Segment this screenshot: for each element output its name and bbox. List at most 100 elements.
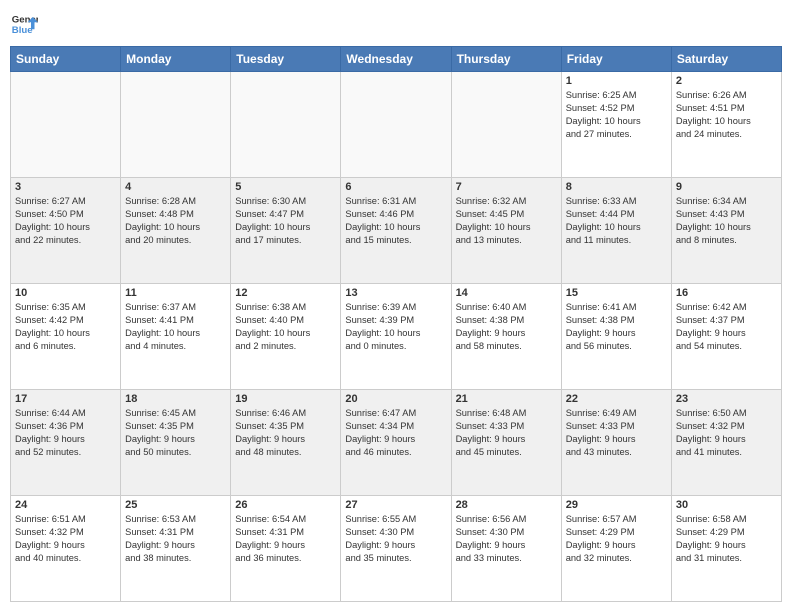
day-info: Sunrise: 6:57 AMSunset: 4:29 PMDaylight:… [566,513,667,565]
day-number: 9 [676,181,777,193]
calendar-cell: 12 Sunrise: 6:38 AMSunset: 4:40 PMDayligh… [231,284,341,390]
day-info: Sunrise: 6:38 AMSunset: 4:40 PMDaylight:… [235,301,336,353]
day-info: Sunrise: 6:56 AMSunset: 4:30 PMDaylight:… [456,513,557,565]
day-number: 22 [566,393,667,405]
day-info: Sunrise: 6:34 AMSunset: 4:43 PMDaylight:… [676,195,777,247]
calendar-cell: 17 Sunrise: 6:44 AMSunset: 4:36 PMDayligh… [11,390,121,496]
day-info: Sunrise: 6:53 AMSunset: 4:31 PMDaylight:… [125,513,226,565]
calendar-table: SundayMondayTuesdayWednesdayThursdayFrid… [10,46,782,602]
day-info: Sunrise: 6:47 AMSunset: 4:34 PMDaylight:… [345,407,446,459]
calendar-cell: 22 Sunrise: 6:49 AMSunset: 4:33 PMDayligh… [561,390,671,496]
calendar-cell: 21 Sunrise: 6:48 AMSunset: 4:33 PMDayligh… [451,390,561,496]
calendar-cell: 5 Sunrise: 6:30 AMSunset: 4:47 PMDaylight… [231,178,341,284]
day-info: Sunrise: 6:28 AMSunset: 4:48 PMDaylight:… [125,195,226,247]
weekday-header-friday: Friday [561,47,671,72]
calendar-cell [341,72,451,178]
day-info: Sunrise: 6:40 AMSunset: 4:38 PMDaylight:… [456,301,557,353]
weekday-header-row: SundayMondayTuesdayWednesdayThursdayFrid… [11,47,782,72]
day-number: 4 [125,181,226,193]
day-number: 17 [15,393,116,405]
weekday-header-thursday: Thursday [451,47,561,72]
day-number: 7 [456,181,557,193]
day-number: 20 [345,393,446,405]
day-info: Sunrise: 6:35 AMSunset: 4:42 PMDaylight:… [15,301,116,353]
calendar-cell: 28 Sunrise: 6:56 AMSunset: 4:30 PMDayligh… [451,496,561,602]
day-info: Sunrise: 6:54 AMSunset: 4:31 PMDaylight:… [235,513,336,565]
calendar-cell: 9 Sunrise: 6:34 AMSunset: 4:43 PMDaylight… [671,178,781,284]
day-number: 15 [566,287,667,299]
day-info: Sunrise: 6:32 AMSunset: 4:45 PMDaylight:… [456,195,557,247]
day-number: 27 [345,499,446,511]
day-number: 13 [345,287,446,299]
day-number: 10 [15,287,116,299]
day-info: Sunrise: 6:49 AMSunset: 4:33 PMDaylight:… [566,407,667,459]
day-number: 12 [235,287,336,299]
day-info: Sunrise: 6:51 AMSunset: 4:32 PMDaylight:… [15,513,116,565]
day-number: 28 [456,499,557,511]
day-number: 18 [125,393,226,405]
day-info: Sunrise: 6:44 AMSunset: 4:36 PMDaylight:… [15,407,116,459]
calendar-cell: 15 Sunrise: 6:41 AMSunset: 4:38 PMDayligh… [561,284,671,390]
day-info: Sunrise: 6:41 AMSunset: 4:38 PMDaylight:… [566,301,667,353]
day-number: 14 [456,287,557,299]
calendar-cell: 29 Sunrise: 6:57 AMSunset: 4:29 PMDayligh… [561,496,671,602]
day-info: Sunrise: 6:45 AMSunset: 4:35 PMDaylight:… [125,407,226,459]
calendar-cell [11,72,121,178]
day-info: Sunrise: 6:58 AMSunset: 4:29 PMDaylight:… [676,513,777,565]
day-info: Sunrise: 6:50 AMSunset: 4:32 PMDaylight:… [676,407,777,459]
day-info: Sunrise: 6:26 AMSunset: 4:51 PMDaylight:… [676,89,777,141]
day-number: 1 [566,75,667,87]
day-number: 3 [15,181,116,193]
day-info: Sunrise: 6:31 AMSunset: 4:46 PMDaylight:… [345,195,446,247]
calendar-week-5: 24 Sunrise: 6:51 AMSunset: 4:32 PMDayligh… [11,496,782,602]
day-info: Sunrise: 6:42 AMSunset: 4:37 PMDaylight:… [676,301,777,353]
calendar-cell: 4 Sunrise: 6:28 AMSunset: 4:48 PMDaylight… [121,178,231,284]
calendar-cell: 13 Sunrise: 6:39 AMSunset: 4:39 PMDayligh… [341,284,451,390]
day-number: 26 [235,499,336,511]
calendar-cell: 27Sunrise: 6:55 AMSunset: 4:30 PMDayligh… [341,496,451,602]
weekday-header-monday: Monday [121,47,231,72]
calendar-cell: 1 Sunrise: 6:25 AMSunset: 4:52 PMDaylight… [561,72,671,178]
logo: General Blue [10,10,38,38]
calendar-cell: 10 Sunrise: 6:35 AMSunset: 4:42 PMDayligh… [11,284,121,390]
day-info: Sunrise: 6:39 AMSunset: 4:39 PMDaylight:… [345,301,446,353]
weekday-header-sunday: Sunday [11,47,121,72]
day-info: Sunrise: 6:33 AMSunset: 4:44 PMDaylight:… [566,195,667,247]
day-number: 6 [345,181,446,193]
calendar-cell [451,72,561,178]
calendar-cell: 30Sunrise: 6:58 AMSunset: 4:29 PMDayligh… [671,496,781,602]
day-info: Sunrise: 6:30 AMSunset: 4:47 PMDaylight:… [235,195,336,247]
day-info: Sunrise: 6:48 AMSunset: 4:33 PMDaylight:… [456,407,557,459]
calendar-page: General Blue SundayMondayTuesdayWednesda… [0,0,792,612]
weekday-header-saturday: Saturday [671,47,781,72]
calendar-week-2: 3 Sunrise: 6:27 AMSunset: 4:50 PMDaylight… [11,178,782,284]
calendar-cell: 14 Sunrise: 6:40 AMSunset: 4:38 PMDayligh… [451,284,561,390]
calendar-cell: 20 Sunrise: 6:47 AMSunset: 4:34 PMDayligh… [341,390,451,496]
weekday-header-wednesday: Wednesday [341,47,451,72]
day-number: 5 [235,181,336,193]
calendar-cell: 8Sunrise: 6:33 AMSunset: 4:44 PMDaylight… [561,178,671,284]
calendar-cell [121,72,231,178]
day-number: 25 [125,499,226,511]
day-info: Sunrise: 6:25 AMSunset: 4:52 PMDaylight:… [566,89,667,141]
day-info: Sunrise: 6:46 AMSunset: 4:35 PMDaylight:… [235,407,336,459]
day-number: 29 [566,499,667,511]
calendar-cell: 11 Sunrise: 6:37 AMSunset: 4:41 PMDayligh… [121,284,231,390]
day-number: 16 [676,287,777,299]
day-number: 2 [676,75,777,87]
calendar-cell: 19Sunrise: 6:46 AMSunset: 4:35 PMDayligh… [231,390,341,496]
weekday-header-tuesday: Tuesday [231,47,341,72]
calendar-week-1: 1 Sunrise: 6:25 AMSunset: 4:52 PMDaylight… [11,72,782,178]
day-number: 23 [676,393,777,405]
calendar-cell: 2 Sunrise: 6:26 AMSunset: 4:51 PMDaylight… [671,72,781,178]
calendar-cell: 16 Sunrise: 6:42 AMSunset: 4:37 PMDayligh… [671,284,781,390]
day-number: 11 [125,287,226,299]
day-number: 21 [456,393,557,405]
calendar-cell: 26 Sunrise: 6:54 AMSunset: 4:31 PMDayligh… [231,496,341,602]
day-info: Sunrise: 6:27 AMSunset: 4:50 PMDaylight:… [15,195,116,247]
day-info: Sunrise: 6:37 AMSunset: 4:41 PMDaylight:… [125,301,226,353]
page-header: General Blue [10,10,782,38]
calendar-cell: 24 Sunrise: 6:51 AMSunset: 4:32 PMDayligh… [11,496,121,602]
day-number: 24 [15,499,116,511]
calendar-cell: 3 Sunrise: 6:27 AMSunset: 4:50 PMDaylight… [11,178,121,284]
